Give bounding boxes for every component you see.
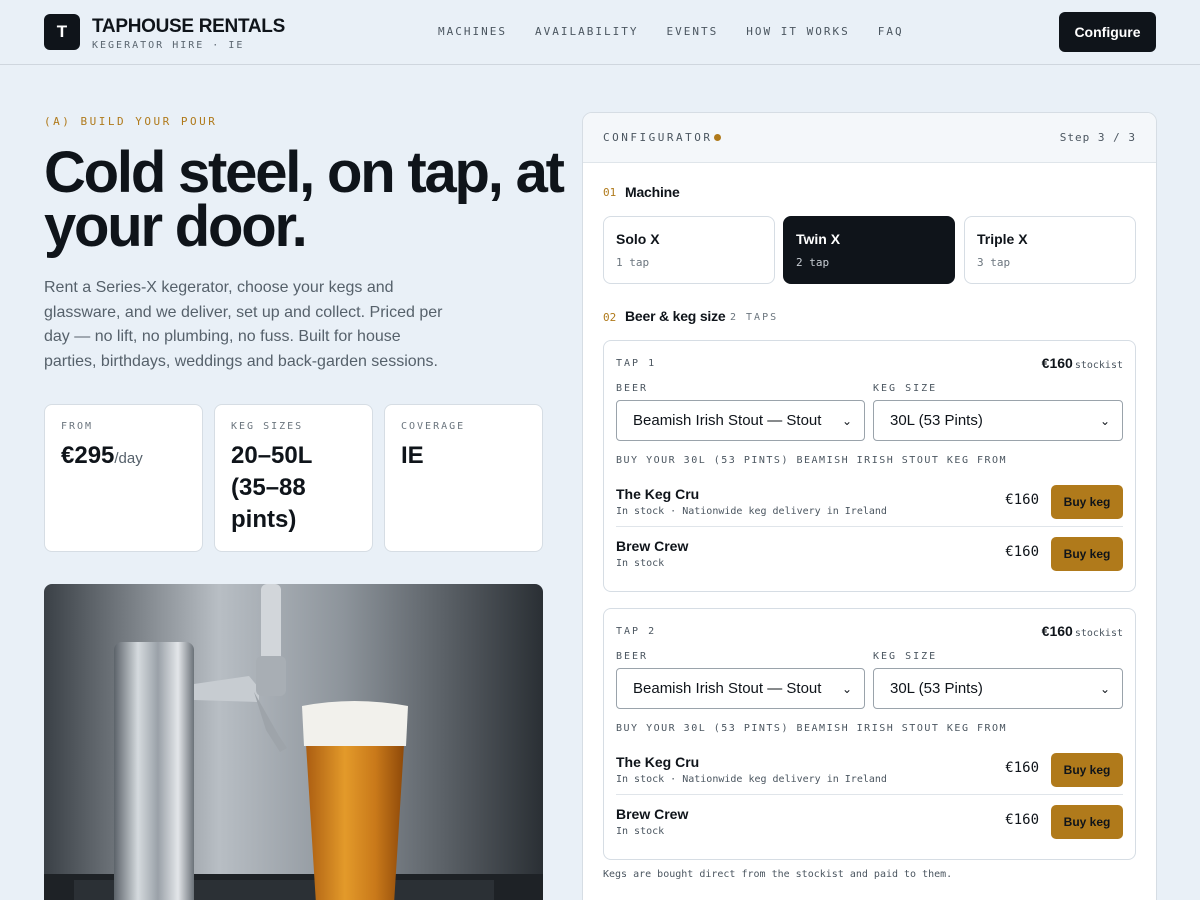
kegerator-tap-photo <box>44 584 543 900</box>
machine-taps: 1 tap <box>616 256 650 269</box>
beer-label: BEER <box>616 651 649 662</box>
beer-select[interactable]: Beamish Irish Stout — Stout ⌄ <box>616 668 865 709</box>
stat-card-coverage: COVERAGE IE <box>384 404 543 552</box>
tap-count-note: 2 TAPS <box>730 312 779 323</box>
nav-link-availability[interactable]: AVAILABILITY <box>535 25 638 38</box>
keg-size-select-value: 30L (53 Pints) <box>890 412 983 429</box>
vendor-row: Brew Crew In stock €160 Buy keg <box>616 527 1123 579</box>
nav-link-events[interactable]: EVENTS <box>666 25 718 38</box>
machine-option-twin-x[interactable]: Twin X 2 tap <box>783 216 955 284</box>
configurator-title: CONFIGURATOR <box>603 131 713 144</box>
vendor-name: Brew Crew <box>616 806 689 822</box>
nav-link-faq[interactable]: FAQ <box>878 25 904 38</box>
configurator-header: CONFIGURATOR Step 3 / 3 <box>583 113 1156 163</box>
brand-name[interactable]: TAPHOUSE RENTALS <box>92 16 285 38</box>
vendor-status: In stock · Nationwide keg delivery in Ir… <box>616 774 887 785</box>
tap-card-2: TAP 2 €160 stockist BEER KEG SIZE Beamish… <box>603 608 1136 860</box>
buy-keg-button[interactable]: Buy keg <box>1051 485 1123 519</box>
buy-from-label: BUY YOUR 30L (53 PINTS) BEAMISH IRISH ST… <box>616 723 1008 734</box>
beer-select[interactable]: Beamish Irish Stout — Stout ⌄ <box>616 400 865 441</box>
buy-from-label: BUY YOUR 30L (53 PINTS) BEAMISH IRISH ST… <box>616 455 1008 466</box>
status-dot-icon <box>714 134 721 141</box>
keg-size-label: KEG SIZE <box>873 651 938 662</box>
buy-keg-button[interactable]: Buy keg <box>1051 537 1123 571</box>
machine-name: Twin X <box>796 231 841 247</box>
hero-title: Cold steel, on tap, at your door. <box>44 140 565 259</box>
beer-select-value: Beamish Irish Stout — Stout <box>633 680 822 697</box>
tap-price-note: stockist <box>1074 360 1123 371</box>
main-nav: MACHINES AVAILABILITY EVENTS HOW IT WORK… <box>438 25 904 38</box>
tap-card-1: TAP 1 €160 stockist BEER KEG SIZE Beamish… <box>603 340 1136 592</box>
site-header: T TAPHOUSE RENTALS KEGERATOR HIRE · IE M… <box>0 0 1200 65</box>
stat-value: IE <box>401 442 424 469</box>
stat-label: KEG SIZES <box>231 421 304 432</box>
stat-value: 20–50L (35–88 pints) <box>231 442 312 533</box>
machine-section-title: Machine <box>625 184 680 200</box>
buy-keg-button[interactable]: Buy keg <box>1051 805 1123 839</box>
section-number: 01 <box>603 186 617 199</box>
tap-price: €160 stockist <box>1041 623 1123 639</box>
vendor-status: In stock <box>616 558 665 569</box>
keg-size-select[interactable]: 30L (53 Pints) ⌄ <box>873 668 1123 709</box>
machine-taps: 3 tap <box>977 256 1011 269</box>
tap-label: TAP 1 <box>616 358 657 369</box>
vendor-row: The Keg Cru In stock · Nationwide keg de… <box>616 743 1123 795</box>
vendor-row: The Keg Cru In stock · Nationwide keg de… <box>616 475 1123 527</box>
beer-select-value: Beamish Irish Stout — Stout <box>633 412 822 429</box>
stat-label: FROM <box>61 421 94 432</box>
hero-description: Rent a Series-X kegerator, choose your k… <box>44 279 443 370</box>
chevron-down-icon: ⌄ <box>1099 681 1110 696</box>
vendor-row: Brew Crew In stock €160 Buy keg <box>616 795 1123 847</box>
machine-name: Solo X <box>616 231 660 247</box>
stat-unit: /day <box>114 450 143 467</box>
buy-keg-button[interactable]: Buy keg <box>1051 753 1123 787</box>
step-indicator: Step 3 / 3 <box>1059 131 1136 144</box>
stat-card-keg-sizes: KEG SIZES 20–50L (35–88 pints) <box>214 404 373 552</box>
vendor-name: The Keg Cru <box>616 486 700 502</box>
tap-price-note: stockist <box>1074 628 1123 639</box>
configure-button[interactable]: Configure <box>1059 12 1156 52</box>
brand-tagline: KEGERATOR HIRE · IE <box>92 40 245 51</box>
beer-section-title: Beer & keg size <box>625 308 726 324</box>
logo-mark[interactable]: T <box>44 14 80 50</box>
vendor-price: €160 <box>1005 760 1039 776</box>
nav-link-how-it-works[interactable]: HOW IT WORKS <box>746 25 849 38</box>
vendor-name: The Keg Cru <box>616 754 700 770</box>
vendor-price: €160 <box>1005 492 1039 508</box>
configurator-panel: CONFIGURATOR Step 3 / 3 01 Machine Solo … <box>582 112 1157 900</box>
keg-size-select[interactable]: 30L (53 Pints) ⌄ <box>873 400 1123 441</box>
beer-label: BEER <box>616 383 649 394</box>
tap-price: €160 stockist <box>1041 355 1123 371</box>
nav-link-machines[interactable]: MACHINES <box>438 25 507 38</box>
vendor-name: Brew Crew <box>616 538 689 554</box>
tap-label: TAP 2 <box>616 626 657 637</box>
keg-size-select-value: 30L (53 Pints) <box>890 680 983 697</box>
chevron-down-icon: ⌄ <box>1099 413 1110 428</box>
stat-label: COVERAGE <box>401 421 466 432</box>
vendor-status: In stock · Nationwide keg delivery in Ir… <box>616 506 887 517</box>
hero-eyebrow: (A) BUILD YOUR POUR <box>44 115 218 128</box>
section-number: 02 <box>603 311 617 324</box>
stat-card-price: FROM €295/day <box>44 404 203 552</box>
machine-option-solo-x[interactable]: Solo X 1 tap <box>603 216 775 284</box>
machine-taps: 2 tap <box>796 256 830 269</box>
vendor-status: In stock <box>616 826 665 837</box>
machine-name: Triple X <box>977 231 1028 247</box>
chevron-down-icon: ⌄ <box>841 413 852 428</box>
stat-value: €295/day <box>61 442 143 469</box>
chevron-down-icon: ⌄ <box>841 681 852 696</box>
vendor-price: €160 <box>1005 812 1039 828</box>
machine-option-triple-x[interactable]: Triple X 3 tap <box>964 216 1136 284</box>
vendor-price: €160 <box>1005 544 1039 560</box>
footnote: Kegs are bought direct from the stockist… <box>603 869 953 880</box>
keg-size-label: KEG SIZE <box>873 383 938 394</box>
